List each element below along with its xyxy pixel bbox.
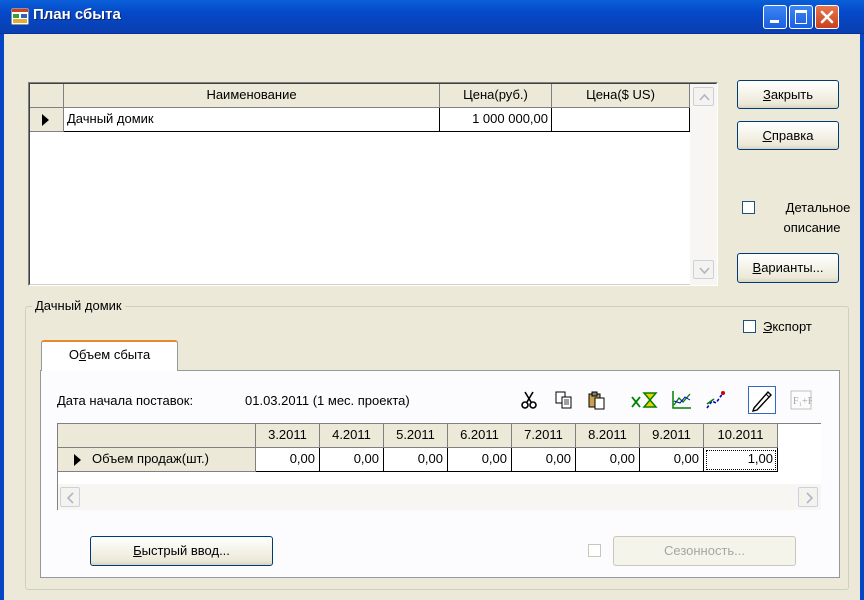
volume-cell[interactable]: 0,00 [320,448,384,472]
title-bar[interactable] [0,0,864,34]
vertical-scrollbar[interactable] [690,84,717,285]
month-header[interactable]: 10.2011 [704,424,778,448]
supply-start-value: 01.03.2011 (1 мес. проекта) [245,393,410,408]
chevron-right-icon [806,492,814,504]
group-label: Дачный домик [32,298,125,313]
column-header-price-usd[interactable]: Цена($ US) [552,84,690,108]
paste-icon[interactable] [586,389,608,411]
seasonality-checkbox[interactable] [588,544,601,557]
month-header[interactable]: 7.2011 [512,424,576,448]
quick-input-button[interactable]: Быстрый ввод... [90,536,273,566]
horizontal-scrollbar[interactable] [58,484,821,510]
header-corner [30,84,64,108]
close-window-button[interactable] [815,5,839,29]
products-table[interactable]: Наименование Цена(руб.) Цена($ US) Дачны… [28,82,718,286]
trend-icon[interactable] [704,389,726,411]
chevron-down-icon [699,267,710,275]
scroll-right-button[interactable] [798,487,818,507]
variants-button[interactable]: Варианты... [737,253,839,283]
help-button[interactable]: Справка [737,121,839,150]
volume-cell[interactable]: 0,00 [576,448,640,472]
close-icon [820,10,834,24]
seasonality-button[interactable]: Сезонность... [613,536,796,566]
svg-text:F₁+F₂: F₁+F₂ [793,396,812,407]
volume-cell[interactable]: 0,00 [448,448,512,472]
column-header-name[interactable]: Наименование [64,84,440,108]
scroll-down-button[interactable] [693,260,714,279]
tab-sales-volume[interactable]: Объем сбыта [41,340,178,371]
export-checkbox[interactable] [743,320,756,333]
detailed-description-label[interactable]: Детальное описание [759,198,859,238]
product-price-usd-cell[interactable] [552,108,690,132]
close-button[interactable]: Закрыть [737,80,839,109]
maximize-button[interactable] [789,5,813,29]
month-header[interactable]: 3.2011 [256,424,320,448]
window-border-right [860,34,864,600]
formula-icon[interactable]: F₁+F₂ [790,389,817,411]
current-row-icon [74,454,81,466]
export-label[interactable]: Экспорт [763,317,812,337]
window-border-left [0,34,4,600]
month-header[interactable]: 6.2011 [448,424,512,448]
minimize-button[interactable] [763,5,787,29]
month-header[interactable]: 8.2011 [576,424,640,448]
window-title: План сбыта [33,6,121,23]
current-row-icon [42,114,49,126]
scroll-up-button[interactable] [693,87,714,106]
cut-icon[interactable] [518,389,540,411]
row-header-sales[interactable]: Объем продаж(шт.) [58,448,256,472]
column-header-price-rub[interactable]: Цена(руб.) [440,84,552,108]
window: План сбыта Наименование Цена(руб.) Цена(… [0,0,864,600]
volume-cell[interactable]: 0,00 [512,448,576,472]
app-icon[interactable] [10,7,30,26]
sales-volume-table[interactable]: 3.2011 4.2011 5.2011 6.2011 7.2011 8.201… [57,423,821,510]
chevron-up-icon [699,93,710,101]
month-header[interactable]: 9.2011 [640,424,704,448]
volume-cell[interactable]: 0,00 [384,448,448,472]
row-indicator[interactable] [30,108,64,132]
fill-icon[interactable] [630,389,666,411]
scroll-left-button[interactable] [60,487,80,507]
month-header[interactable]: 5.2011 [384,424,448,448]
volume-cell[interactable]: 0,00 [640,448,704,472]
supply-start-label: Дата начала поставок: [57,393,194,408]
pencil-button[interactable] [748,386,776,414]
header-corner [58,424,256,448]
month-header[interactable]: 4.2011 [320,424,384,448]
volume-cell[interactable]: 0,00 [256,448,320,472]
product-name-cell[interactable]: Дачный домик [64,108,440,132]
chart-icon[interactable] [671,389,693,411]
detailed-description-checkbox[interactable] [742,201,755,214]
product-price-rub-cell[interactable]: 1 000 000,00 [440,108,552,132]
pencil-icon [751,390,772,412]
chevron-left-icon [66,492,74,504]
volume-cell-selected[interactable]: 1,00 [704,448,778,472]
copy-icon[interactable] [553,389,575,411]
